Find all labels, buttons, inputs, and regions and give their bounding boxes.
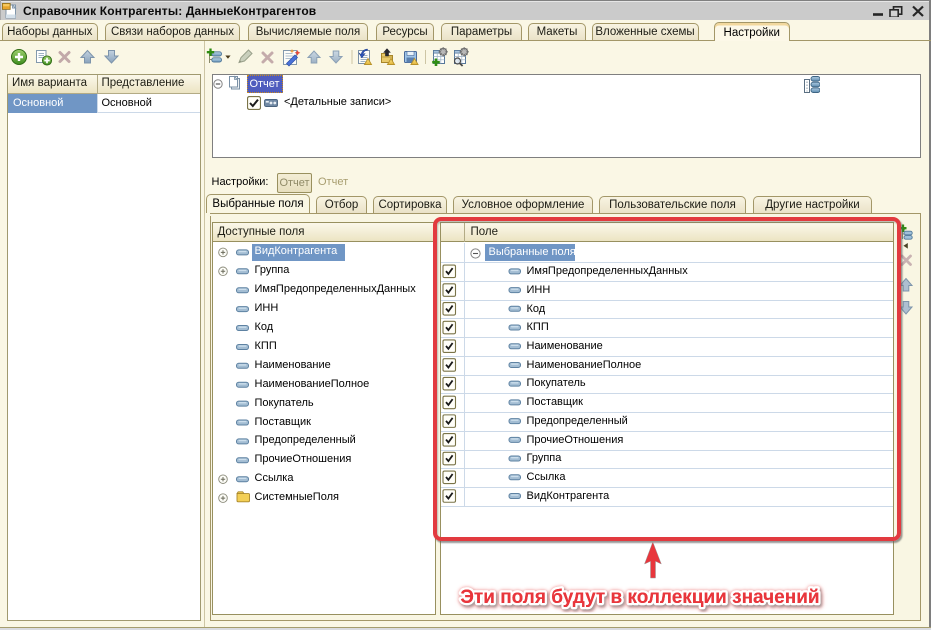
svg-text:Эти поля будут в коллекции зна: Эти поля будут в коллекции значений: [460, 587, 819, 608]
